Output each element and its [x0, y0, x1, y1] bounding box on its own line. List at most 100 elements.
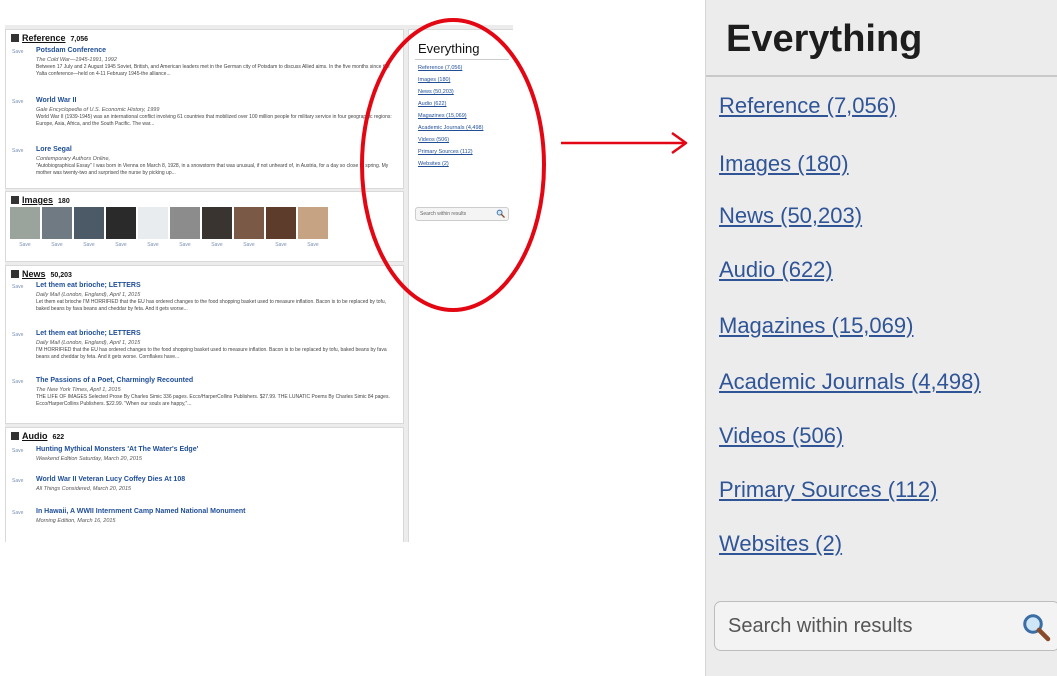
save-link[interactable]: Save: [12, 148, 23, 154]
sidebar-link-audio-large[interactable]: Audio (622): [719, 257, 833, 283]
save-link[interactable]: Save: [106, 242, 136, 248]
result-title[interactable]: The Passions of a Poet, Charmingly Recou…: [36, 377, 193, 384]
result-title[interactable]: Lore Segal: [36, 146, 72, 153]
save-link[interactable]: Save: [12, 284, 23, 290]
result-source: The New York Times, April 1, 2015: [36, 387, 121, 393]
sidebar-link-websites[interactable]: Websites (2): [418, 161, 449, 167]
facet-sidebar-small: Everything Reference (7,056) Images (180…: [408, 29, 513, 542]
reference-count: 7,056: [70, 36, 89, 43]
result-title[interactable]: World War II Veteran Lucy Coffey Dies At…: [36, 476, 185, 483]
sidebar-title: Everything: [418, 41, 480, 56]
save-link[interactable]: Save: [42, 242, 72, 248]
result-snippet: "Autobiographical Essay" I was born in V…: [36, 163, 389, 176]
image-thumbnail[interactable]: [10, 207, 40, 239]
image-thumbnail[interactable]: [42, 207, 72, 239]
result-title[interactable]: In Hawaii, A WWII Internment Camp Named …: [36, 508, 246, 515]
sidebar-link-news[interactable]: News (50,203): [418, 89, 454, 95]
result-title[interactable]: Let them eat brioche; LETTERS: [36, 282, 141, 289]
sidebar-link-primary-sources[interactable]: Primary Sources (112): [418, 149, 473, 155]
sidebar-link-images[interactable]: Images (180): [418, 77, 450, 83]
news-section: News 50,203 Save Let them eat brioche; LE…: [5, 265, 404, 424]
sidebar-link-images-large[interactable]: Images (180): [719, 151, 849, 177]
sidebar-link-magazines-large[interactable]: Magazines (15,069): [719, 313, 913, 339]
picture-icon: [11, 196, 19, 204]
save-link[interactable]: Save: [10, 242, 40, 248]
images-section: Images 180 Save Save Save Save Save Save Save Sa…: [5, 191, 404, 262]
result-snippet: Let them eat brioche I'M HORRIFIED that …: [36, 299, 387, 312]
result-title[interactable]: Hunting Mythical Monsters 'At The Water'…: [36, 446, 198, 453]
sidebar-link-primary-sources-large[interactable]: Primary Sources (112): [719, 477, 937, 503]
images-section-title[interactable]: Images: [22, 195, 53, 205]
save-link[interactable]: Save: [12, 478, 23, 484]
reference-section-title[interactable]: Reference: [22, 33, 66, 43]
result-title[interactable]: Potsdam Conference: [36, 47, 106, 54]
result-source: The Cold War—1945-1991, 1992: [36, 57, 117, 63]
image-thumbnail[interactable]: [74, 207, 104, 239]
news-section-title[interactable]: News: [22, 269, 46, 279]
save-link[interactable]: Save: [170, 242, 200, 248]
save-link[interactable]: Save: [266, 242, 296, 248]
image-thumbnail[interactable]: [234, 207, 264, 239]
result-snippet: Between 17 July and 2 August 1945 Soviet…: [36, 64, 390, 77]
result-snippet: I'M HORRIFIED that the EU has ordered ch…: [36, 347, 387, 360]
sidebar-title-large: Everything: [726, 18, 923, 60]
save-link[interactable]: Save: [74, 242, 104, 248]
sidebar-link-videos[interactable]: Videos (506): [418, 137, 449, 143]
save-link[interactable]: Save: [298, 242, 328, 248]
save-link[interactable]: Save: [12, 379, 23, 385]
images-header: Images 180: [11, 195, 70, 205]
image-save-links: Save Save Save Save Save Save Save Save Save Save: [10, 242, 328, 248]
result-source: Morning Edition, March 16, 2015: [36, 518, 116, 524]
pointer-arrow: [561, 131, 688, 155]
sidebar-link-reference-large[interactable]: Reference (7,056): [719, 93, 896, 119]
sidebar-link-academic-journals-large[interactable]: Academic Journals (4,498): [719, 369, 981, 395]
search-within-input-large[interactable]: Search within results: [714, 601, 1057, 651]
result-title[interactable]: Let them eat brioche; LETTERS: [36, 330, 141, 337]
news-header: News 50,203: [11, 269, 72, 279]
result-source: Weekend Edition Saturday, March 20, 2015: [36, 456, 142, 462]
divider: [706, 75, 1057, 77]
search-placeholder-large: Search within results: [728, 615, 913, 637]
image-thumbnail[interactable]: [170, 207, 200, 239]
search-placeholder: Search within results: [420, 211, 467, 217]
save-link[interactable]: Save: [234, 242, 264, 248]
save-link[interactable]: Save: [12, 510, 23, 516]
image-thumbnail[interactable]: [202, 207, 232, 239]
reference-header: Reference 7,056: [11, 33, 88, 43]
result-source: Daily Mail (London, England), April 1, 2…: [36, 292, 141, 298]
sidebar-link-magazines[interactable]: Magazines (15,069): [418, 113, 467, 119]
audio-section-title[interactable]: Audio: [22, 431, 48, 441]
save-link[interactable]: Save: [12, 448, 23, 454]
sidebar-link-videos-large[interactable]: Videos (506): [719, 423, 843, 449]
newspaper-icon: [11, 270, 19, 278]
sidebar-link-audio[interactable]: Audio (622): [418, 101, 446, 107]
result-source: Daily Mail (London, England), April 1, 2…: [36, 340, 141, 346]
image-thumbnail[interactable]: [266, 207, 296, 239]
results-screenshot: Reference 7,056 Save Potsdam Conference T…: [5, 25, 513, 542]
reference-section: Reference 7,056 Save Potsdam Conference T…: [5, 29, 404, 189]
save-link[interactable]: Save: [12, 49, 23, 55]
sidebar-link-academic-journals[interactable]: Academic Journals (4,498): [418, 125, 483, 131]
result-snippet: World War II (1939-1945) was an internat…: [36, 114, 392, 127]
audio-header: Audio 622: [11, 431, 64, 441]
save-link[interactable]: Save: [138, 242, 168, 248]
search-within-input[interactable]: Search within results: [415, 207, 509, 221]
image-thumbnail[interactable]: [298, 207, 328, 239]
magnifier-icon[interactable]: [1021, 612, 1051, 642]
image-thumbnail[interactable]: [138, 207, 168, 239]
result-source: Gale Encyclopedia of U.S. Economic Histo…: [36, 107, 160, 113]
image-thumbnail[interactable]: [106, 207, 136, 239]
sidebar-link-news-large[interactable]: News (50,203): [719, 203, 862, 229]
magnifier-icon[interactable]: [496, 209, 505, 218]
sidebar-link-websites-large[interactable]: Websites (2): [719, 531, 842, 557]
sidebar-link-reference[interactable]: Reference (7,056): [418, 65, 462, 71]
news-count: 50,203: [50, 272, 72, 279]
image-thumbnails: [10, 207, 328, 239]
result-title[interactable]: World War II: [36, 97, 76, 104]
audio-count: 622: [52, 434, 65, 441]
result-source: All Things Considered, March 20, 2015: [36, 486, 132, 492]
save-link[interactable]: Save: [12, 99, 23, 105]
save-link[interactable]: Save: [12, 332, 23, 338]
save-link[interactable]: Save: [202, 242, 232, 248]
audio-section: Audio 622 Save Hunting Mythical Monsters …: [5, 427, 404, 542]
